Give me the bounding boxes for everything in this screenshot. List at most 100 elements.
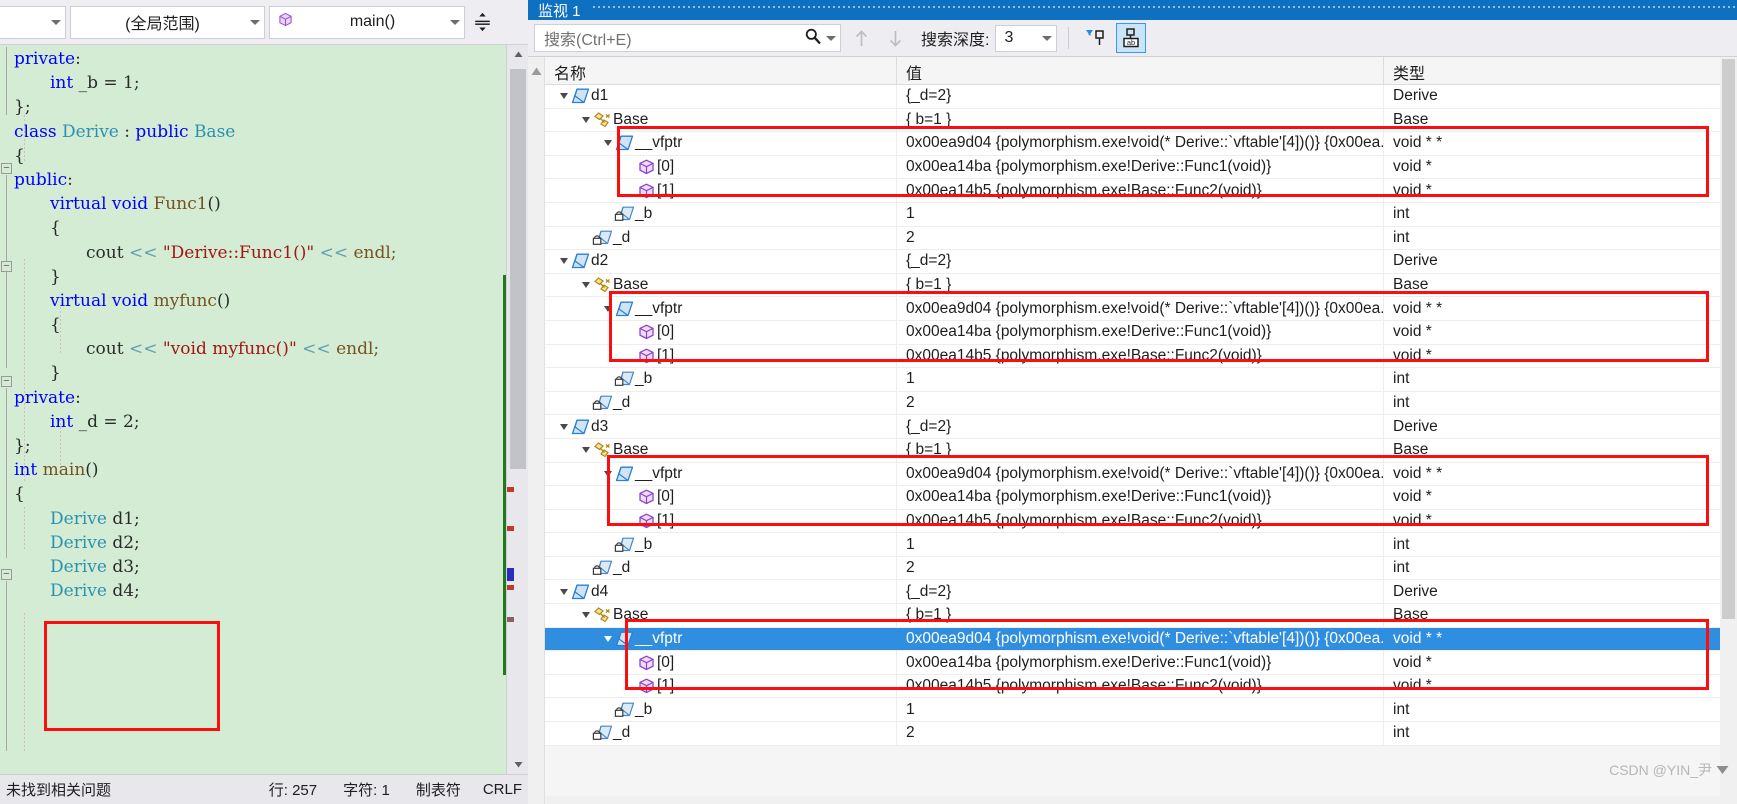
cell-name[interactable]: Base <box>545 273 897 297</box>
cell-value[interactable]: 0x00ea14b5 {polymorphism.exe!Base::Func2… <box>897 344 1384 368</box>
cell-name[interactable]: _d <box>545 226 897 250</box>
cell-value[interactable]: 2 <box>897 226 1384 250</box>
search-box[interactable]: 搜索(Ctrl+E) <box>534 24 841 52</box>
search-depth-combo[interactable]: 3 <box>995 24 1058 52</box>
column-header-value[interactable]: 值 <box>897 57 1384 85</box>
table-row[interactable]: [0] 0x00ea14ba {polymorphism.exe!Derive::… <box>545 486 1737 510</box>
fold-toggle-myfunc[interactable]: − <box>1 376 12 387</box>
tree-expander[interactable] <box>557 580 570 603</box>
search-input[interactable]: 搜索(Ctrl+E) <box>544 26 804 50</box>
table-row[interactable]: _b 1 int <box>545 368 1737 392</box>
tree-expander[interactable] <box>601 628 614 651</box>
cell-name[interactable]: _d <box>545 556 897 580</box>
cell-value[interactable]: 0x00ea9d04 {polymorphism.exe!void(* Deri… <box>897 627 1384 651</box>
tree-expander[interactable] <box>579 439 592 462</box>
cell-value[interactable]: {_d=2} <box>897 415 1384 438</box>
gutter-scroll-up-icon[interactable] <box>531 63 542 81</box>
cell-value[interactable]: 0x00ea14ba {polymorphism.exe!Derive::Fun… <box>897 320 1384 344</box>
cell-name[interactable]: d2 <box>545 250 897 273</box>
cell-name[interactable]: d4 <box>545 580 897 604</box>
fold-toggle-class-derive[interactable]: − <box>1 163 12 174</box>
table-row[interactable]: _d 2 int <box>545 391 1737 416</box>
cell-value[interactable]: 0x00ea9d04 {polymorphism.exe!void(* Deri… <box>897 132 1384 155</box>
cell-name[interactable]: [0] <box>545 651 897 674</box>
table-row[interactable]: Base { b=1 } Base <box>545 273 1737 298</box>
watch-scroll-thumb[interactable] <box>1722 59 1735 619</box>
pin-hex-button[interactable]: ab <box>1116 23 1147 53</box>
table-row[interactable]: d4 {_d=2} Derive <box>545 580 1737 605</box>
search-next-button[interactable] <box>881 24 909 52</box>
cell-name[interactable]: Base <box>545 604 897 627</box>
tree-expander[interactable] <box>601 297 614 320</box>
cell-name[interactable]: [1] <box>545 674 897 698</box>
table-row[interactable]: Base { b=1 } Base <box>545 604 1737 628</box>
cell-name[interactable]: d3 <box>545 415 897 438</box>
table-row[interactable]: __vfptr 0x00ea9d04 {polymorphism.exe!void… <box>545 297 1737 321</box>
cell-value[interactable]: 0x00ea14b5 {polymorphism.exe!Base::Func2… <box>897 674 1384 698</box>
tree-expander[interactable] <box>557 85 570 108</box>
cell-value[interactable]: { b=1 } <box>897 108 1384 132</box>
table-row[interactable]: __vfptr 0x00ea9d04 {polymorphism.exe!void… <box>545 132 1737 156</box>
cell-value[interactable]: 0x00ea14b5 {polymorphism.exe!Base::Func2… <box>897 509 1384 533</box>
cell-name[interactable]: Base <box>545 438 897 462</box>
watch-left-gutter[interactable] <box>528 57 545 804</box>
cell-value[interactable]: {_d=2} <box>897 580 1384 604</box>
cell-value[interactable]: 0x00ea9d04 {polymorphism.exe!void(* Deri… <box>897 297 1384 320</box>
tree-expander[interactable] <box>579 604 592 627</box>
cell-name[interactable]: __vfptr <box>545 462 897 486</box>
watch-horizontal-scrollbar[interactable] <box>545 796 1737 804</box>
cell-value[interactable]: 2 <box>897 722 1384 745</box>
table-row[interactable]: _b 1 int <box>545 202 1737 227</box>
column-header-type[interactable]: 类型 <box>1384 57 1737 85</box>
table-row[interactable]: d1 {_d=2} Derive <box>545 85 1737 109</box>
tree-expander[interactable] <box>601 463 614 486</box>
search-prev-button[interactable] <box>847 24 875 52</box>
pin-filter-button[interactable] <box>1080 23 1110 53</box>
table-row[interactable]: __vfptr 0x00ea9d04 {polymorphism.exe!void… <box>545 462 1737 487</box>
table-row[interactable]: [0] 0x00ea14ba {polymorphism.exe!Derive::… <box>545 651 1737 675</box>
project-combo[interactable] <box>0 5 66 39</box>
cell-name[interactable]: _d <box>545 391 897 415</box>
tree-expander[interactable] <box>557 415 570 438</box>
tab-watch-1[interactable]: 监视 1 <box>528 0 593 20</box>
table-row[interactable]: _b 1 int <box>545 698 1737 723</box>
table-row[interactable]: [0] 0x00ea14ba {polymorphism.exe!Derive::… <box>545 320 1737 345</box>
table-row[interactable]: _d 2 int <box>545 226 1737 251</box>
cell-value[interactable]: 1 <box>897 533 1384 556</box>
cell-name[interactable]: d1 <box>545 85 897 108</box>
scroll-up-button[interactable] <box>507 45 528 64</box>
cell-name[interactable]: _d <box>545 722 897 745</box>
cell-name[interactable]: [1] <box>545 509 897 533</box>
table-row[interactable]: d2 {_d=2} Derive <box>545 250 1737 274</box>
cell-value[interactable]: 1 <box>897 202 1384 226</box>
cell-value[interactable]: 0x00ea14ba {polymorphism.exe!Derive::Fun… <box>897 486 1384 509</box>
magnifier-icon[interactable] <box>804 27 822 50</box>
source-code[interactable]: private: int _b = 1;}; class Derive : publ… <box>0 45 506 774</box>
cell-name[interactable]: Base <box>545 108 897 132</box>
cell-name[interactable]: _b <box>545 533 897 556</box>
tree-expander[interactable] <box>579 274 592 297</box>
cell-name[interactable]: [0] <box>545 486 897 509</box>
table-row[interactable]: [1] 0x00ea14b5 {polymorphism.exe!Base::Fu… <box>545 179 1737 203</box>
cell-value[interactable]: 0x00ea14ba {polymorphism.exe!Derive::Fun… <box>897 155 1384 179</box>
table-row[interactable]: d3 {_d=2} Derive <box>545 415 1737 439</box>
cell-name[interactable]: [0] <box>545 320 897 344</box>
table-row[interactable]: [1] 0x00ea14b5 {polymorphism.exe!Base::Fu… <box>545 674 1737 699</box>
cell-value[interactable]: 1 <box>897 368 1384 391</box>
cell-value[interactable]: 2 <box>897 556 1384 580</box>
cell-name[interactable]: _b <box>545 202 897 226</box>
cell-value[interactable]: 0x00ea14b5 {polymorphism.exe!Base::Func2… <box>897 179 1384 202</box>
tree-expander[interactable] <box>601 132 614 155</box>
scope-combo[interactable]: (全局范围) <box>70 5 265 39</box>
scroll-down-button[interactable] <box>507 755 528 774</box>
cell-value[interactable]: { b=1 } <box>897 438 1384 462</box>
tree-expander[interactable] <box>557 250 570 273</box>
cell-name[interactable]: __vfptr <box>545 297 897 320</box>
split-window-button[interactable] <box>469 7 495 37</box>
table-row[interactable]: _d 2 int <box>545 722 1737 746</box>
cell-value[interactable]: {_d=2} <box>897 85 1384 108</box>
cell-name[interactable]: [1] <box>545 344 897 368</box>
table-row[interactable]: _b 1 int <box>545 533 1737 557</box>
editor-vertical-scrollbar[interactable] <box>503 45 528 774</box>
cell-name[interactable]: [1] <box>545 179 897 202</box>
